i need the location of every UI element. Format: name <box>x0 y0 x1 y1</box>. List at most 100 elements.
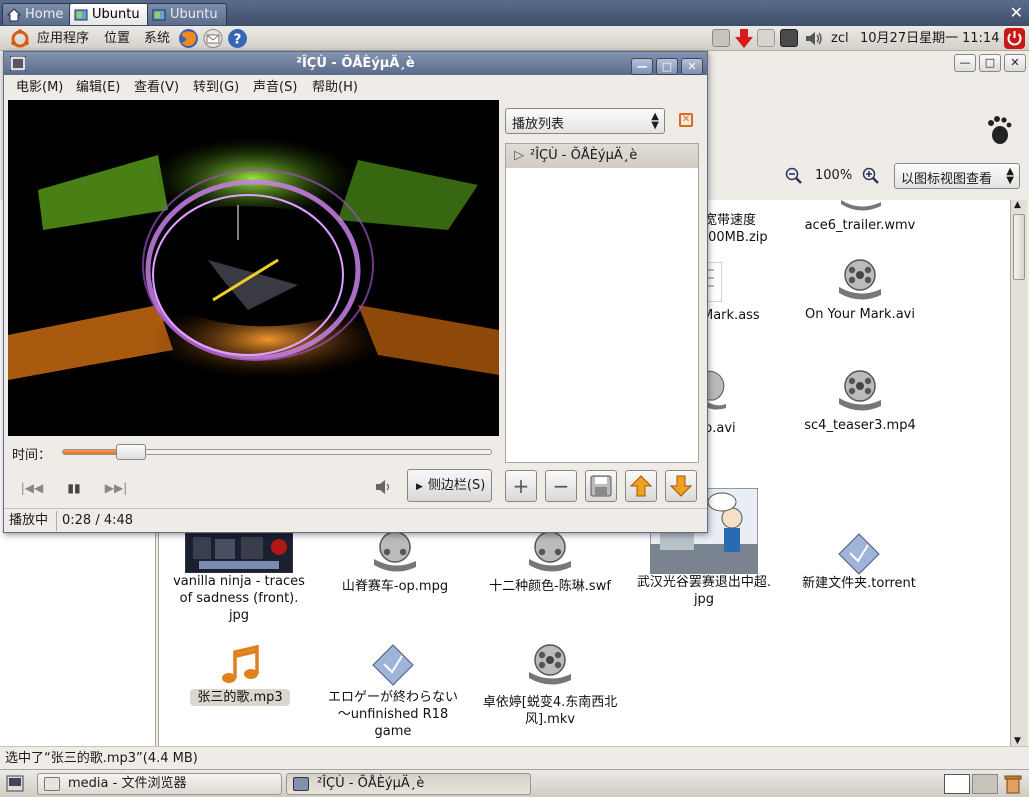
close-tab-icon[interactable]: ✕ <box>1010 3 1023 22</box>
scroll-up-icon[interactable]: ▲ <box>1014 200 1021 210</box>
file-item[interactable]: 山脊赛车-op.mpg <box>330 533 460 595</box>
panel-date[interactable]: 10月27日星期一 <box>860 26 958 51</box>
help-icon[interactable]: ? <box>227 28 248 49</box>
pause-icon[interactable]: ▮▮ <box>60 477 88 499</box>
menu-view[interactable]: 查看(V) <box>134 75 179 100</box>
panel-time[interactable]: 11:14 <box>962 26 999 51</box>
menu-applications[interactable]: 应用程序 <box>37 26 89 51</box>
file-item[interactable]: 宽带速度 .00MB.zip <box>704 212 784 246</box>
next-icon[interactable]: ▶▶| <box>102 477 130 499</box>
spin-arrows-icon: ▲ ▼ <box>1006 166 1014 186</box>
view-mode-select[interactable]: 以图标视图查看 ▲ ▼ <box>894 163 1020 189</box>
menu-places[interactable]: 位置 <box>104 26 130 51</box>
triangle-right-icon: ▶ <box>416 482 423 492</box>
task-label: ²ÎÇÙ - ÕÅÈýµÄ¸è <box>317 776 425 791</box>
file-item-selected[interactable]: 张三的歌.mp3 <box>190 644 290 706</box>
playlist-add-button[interactable]: + <box>505 470 537 502</box>
file-label: p.avi <box>704 421 736 436</box>
scroll-down-icon[interactable]: ▼ <box>1014 736 1021 746</box>
file-item[interactable]: 卓依婷[蜕变4.东南西北 风].mkv <box>475 644 625 728</box>
movie-player-titlebar[interactable]: ²ÎÇÙ - ÕÅÈýµÄ¸è — □ ✕ <box>4 52 707 75</box>
monitor-icon[interactable] <box>780 29 798 47</box>
file-item[interactable]: Mark.ass <box>702 262 764 323</box>
volume-icon[interactable] <box>805 30 823 47</box>
firefox-icon[interactable] <box>178 28 199 49</box>
home-icon <box>7 8 21 22</box>
mail-icon[interactable] <box>203 29 223 48</box>
menu-help[interactable]: 帮助(H) <box>312 75 358 100</box>
file-browser-task-icon <box>44 777 60 791</box>
file-item[interactable]: 十二种颜色-陈琳.swf <box>480 533 620 595</box>
video-area[interactable] <box>8 100 499 436</box>
zoom-out-icon[interactable] <box>785 167 803 185</box>
file-item[interactable]: 新建文件夹.torrent <box>795 533 923 592</box>
network-icon[interactable] <box>712 29 730 47</box>
update-download-icon[interactable] <box>734 28 754 49</box>
previous-icon[interactable]: |◀◀ <box>18 477 46 499</box>
minimize-icon[interactable]: — <box>954 54 976 72</box>
seek-handle[interactable] <box>116 444 146 460</box>
sidebar-button-label: 侧边栏(S) <box>427 478 486 493</box>
film-reel-icon <box>529 533 571 572</box>
trash-icon[interactable] <box>1004 774 1022 794</box>
file-item[interactable]: On Your Mark.avi <box>800 259 920 323</box>
file-item[interactable]: sc4_teaser3.mp4 <box>800 370 920 434</box>
playlist-save-button[interactable] <box>585 470 617 502</box>
close-icon[interactable]: ✕ <box>1004 54 1026 72</box>
visualization-canvas <box>8 137 499 380</box>
playlist-move-down-button[interactable] <box>665 470 697 502</box>
show-desktop-icon[interactable] <box>6 775 24 792</box>
menu-system[interactable]: 系统 <box>144 26 170 51</box>
file-label: 卓依婷[蜕变4.东南西北 <box>482 695 618 710</box>
tab-ubuntu-active[interactable]: Ubuntu <box>69 3 149 25</box>
file-item[interactable]: エロゲーが終わらない ～unfinished R18 game <box>318 644 468 740</box>
panel-username[interactable]: zcl <box>831 26 849 51</box>
file-item[interactable]: ace6_trailer.wmv <box>800 200 920 234</box>
playlist[interactable]: ▷ ²ÎÇÙ - ÕÅÈýµÄ¸è <box>505 143 699 463</box>
maximize-icon[interactable]: □ <box>656 58 678 75</box>
file-item[interactable]: vanilla ninja - traces of sadness (front… <box>168 533 310 624</box>
menu-go[interactable]: 转到(G) <box>193 75 239 100</box>
sidebar-toggle-button[interactable]: ▶ 侧边栏(S) <box>407 469 492 502</box>
power-icon[interactable] <box>1004 28 1025 49</box>
playback-position: 0:28 / 4:48 <box>62 513 134 528</box>
seek-slider[interactable] <box>62 444 492 460</box>
workspace-1[interactable] <box>944 774 970 794</box>
file-label: 十二种颜色-陈琳.swf <box>489 579 611 594</box>
maximize-icon[interactable]: □ <box>979 54 1001 72</box>
tab-ubuntu[interactable]: Ubuntu <box>147 3 227 25</box>
taskbar-movie-player[interactable]: ²ÎÇÙ - ÕÅÈýµÄ¸è <box>286 773 531 795</box>
file-label: sc4_teaser3.mp4 <box>804 418 916 433</box>
task-label: media - 文件浏览器 <box>68 776 187 791</box>
playlist-item[interactable]: ▷ ²ÎÇÙ - ÕÅÈýµÄ¸è <box>506 144 698 168</box>
close-sidebar-icon[interactable]: ✕ <box>679 113 693 127</box>
arrow-up-icon <box>629 475 653 497</box>
ubuntu-tab-icon <box>74 9 88 21</box>
sidebar-view-select[interactable]: 播放列表 ▲ ▼ <box>505 108 665 134</box>
vertical-scrollbar[interactable]: ▲ ▼ <box>1010 200 1027 746</box>
zoom-level[interactable]: 100% <box>815 168 852 183</box>
volume-icon[interactable] <box>375 478 393 496</box>
file-label: of sadness (front). <box>179 591 299 606</box>
movie-player-window: ²ÎÇÙ - ÕÅÈýµÄ¸è — □ ✕ 电影(M) 编辑(E) 查看(V) 转到… <box>3 51 708 533</box>
file-label: vanilla ninja - traces <box>173 574 305 589</box>
file-label: 新建文件夹.torrent <box>802 576 916 591</box>
menu-movie[interactable]: 电影(M) <box>16 75 63 100</box>
film-reel-icon <box>529 644 571 685</box>
file-label: 武汉光谷罢赛退出中超. <box>636 575 772 590</box>
playlist-remove-button[interactable]: − <box>545 470 577 502</box>
menu-edit[interactable]: 编辑(E) <box>76 75 120 100</box>
printer-icon[interactable] <box>757 29 775 47</box>
menu-sound[interactable]: 声音(S) <box>253 75 297 100</box>
tab-label: Home <box>25 7 64 22</box>
close-icon[interactable]: ✕ <box>681 58 703 75</box>
workspace-2[interactable] <box>972 774 998 794</box>
tab-home[interactable]: Home <box>2 3 73 25</box>
file-item[interactable]: p.avi <box>704 370 764 436</box>
torrent-file-icon <box>838 533 880 575</box>
scrollbar-thumb[interactable] <box>1013 214 1025 280</box>
minimize-icon[interactable]: — <box>631 58 653 75</box>
playlist-move-up-button[interactable] <box>625 470 657 502</box>
zoom-in-icon[interactable] <box>862 167 880 185</box>
taskbar-file-browser[interactable]: media - 文件浏览器 <box>37 773 282 795</box>
